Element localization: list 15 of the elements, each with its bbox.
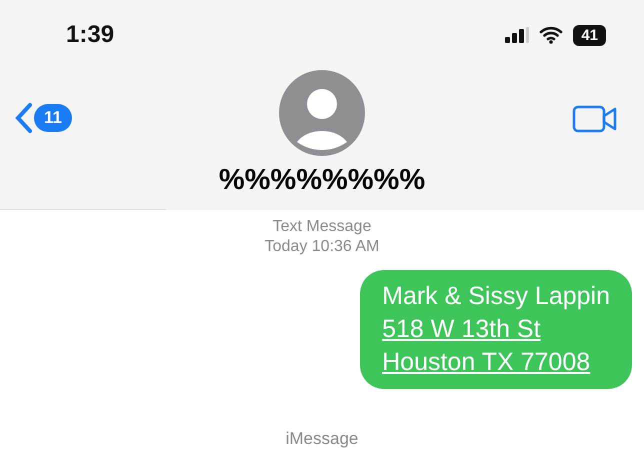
address-link[interactable]: Houston TX 77008 <box>382 348 610 377</box>
message-input-field[interactable]: iMessage <box>0 428 644 450</box>
message-timestamp: Today 10:36 AM <box>264 238 380 256</box>
service-label: Text Message <box>272 218 372 236</box>
contact-avatar-icon[interactable] <box>279 70 365 156</box>
wifi-icon <box>539 26 564 44</box>
message-text: Mark & Sissy Lappin <box>382 282 610 311</box>
signal-icon <box>505 27 530 43</box>
back-button[interactable]: 11 <box>14 102 72 134</box>
battery-indicator: 41 <box>573 24 606 46</box>
status-time: 1:39 <box>66 21 114 49</box>
unread-count-badge: 11 <box>34 104 72 132</box>
contact-name: %%%%%%%% <box>218 164 426 197</box>
back-chevron-icon <box>14 102 34 134</box>
address-link[interactable]: 518 W 13th St <box>382 315 610 344</box>
